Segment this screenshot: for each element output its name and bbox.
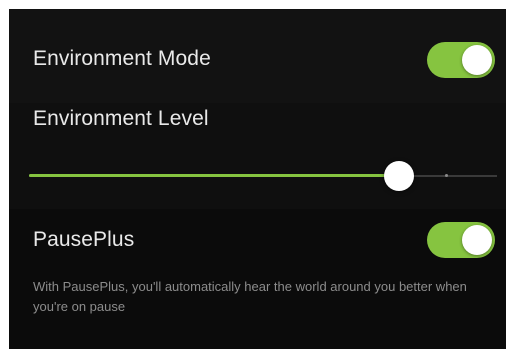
environment-mode-toggle-knob: [462, 45, 492, 75]
environment-mode-toggle[interactable]: [427, 42, 495, 78]
pauseplus-toggle-knob: [462, 225, 492, 255]
slider-fill: [29, 174, 399, 177]
pauseplus-toggle[interactable]: [427, 222, 495, 258]
environment-mode-label: Environment Mode: [33, 47, 211, 70]
slider-thumb[interactable]: [383, 161, 414, 191]
settings-panel: Environment Mode Environment Level Pause…: [9, 9, 506, 349]
pauseplus-description: With PausePlus, you'll automatically hea…: [33, 279, 467, 314]
pauseplus-label: PausePlus: [33, 228, 135, 251]
environment-level-label: Environment Level: [33, 107, 209, 130]
environment-level-slider[interactable]: [29, 161, 497, 191]
slider-tick: [445, 174, 448, 177]
